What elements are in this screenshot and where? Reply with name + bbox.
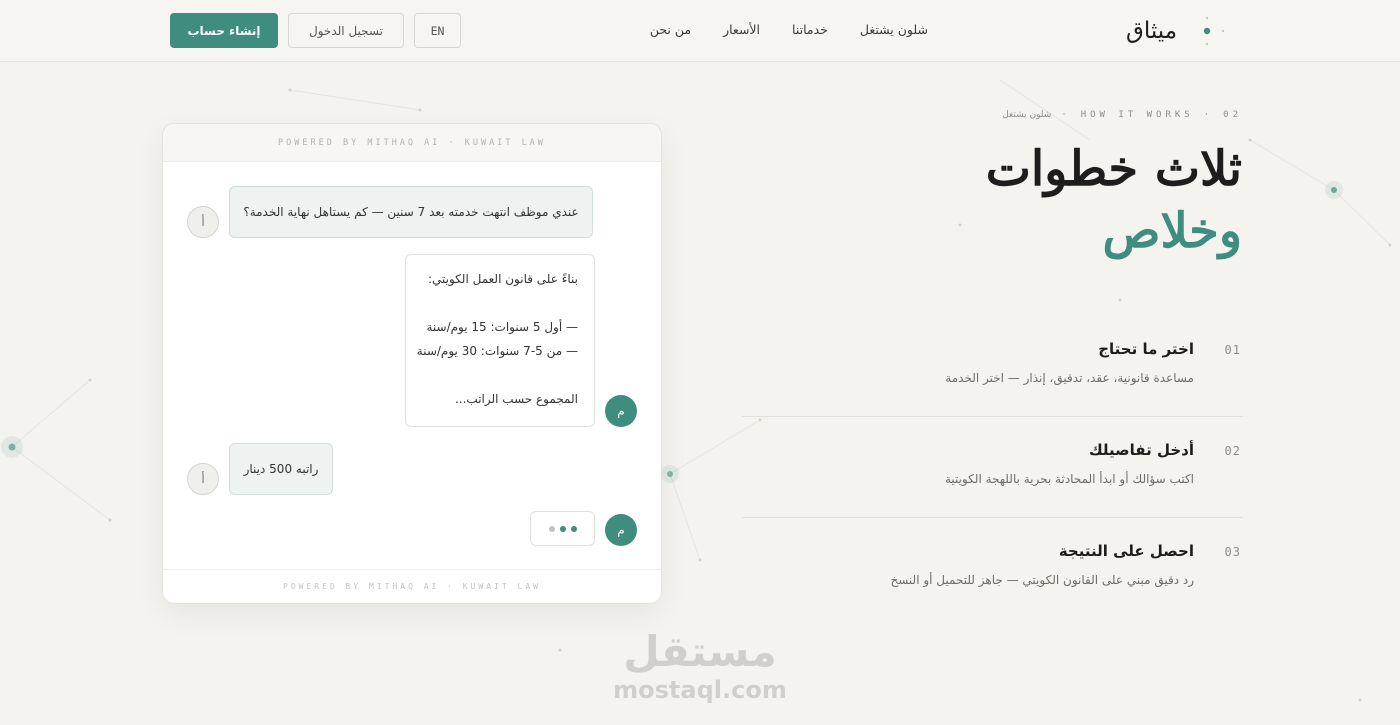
bot-avatar: م (605, 395, 637, 427)
step-item: 03 احصل على النتيجة رد دقيق مبني على الق… (742, 518, 1243, 619)
nav-link-how-it-works[interactable]: شلون يشتغل (860, 22, 928, 37)
language-toggle-button[interactable]: EN (414, 13, 461, 48)
user-avatar: أ (187, 206, 219, 238)
step-description: رد دقيق مبني على القانون الكويتي — جاهز … (890, 573, 1194, 587)
step-description: اكتب سؤالك أو ابدأ المحادثة بحرية باللهج… (944, 472, 1194, 486)
eyebrow-english: HOW IT WORKS (1080, 110, 1194, 120)
signup-button[interactable]: إنشاء حساب (170, 13, 278, 48)
watermark-english: mostaql.com (613, 676, 787, 704)
brand-logo[interactable]: ميثاق (1126, 14, 1225, 48)
nav-link-about[interactable]: من نحن (650, 22, 691, 37)
step-description: مساعدة قانونية، عقد، تدقيق، إنذار — اختر… (945, 371, 1194, 385)
bot-message-line: المجموع حسب الراتب... (454, 392, 578, 406)
steps-list: 01 اختر ما تحتاج مساعدة قانونية، عقد، تد… (742, 316, 1243, 619)
bot-message-line: — من 5-7 سنوات: 30 يوم/سنة (416, 344, 578, 358)
bot-message-bubble: بناءً على قانون العمل الكويتي: — أول 5 س… (405, 254, 595, 427)
user-message-text: عندي موظف انتهت خدمته بعد 7 سنين — كم يس… (243, 205, 579, 219)
typing-dot (548, 525, 555, 532)
bot-message-line (422, 291, 578, 315)
user-message-bubble: عندي موظف انتهت خدمته بعد 7 سنين — كم يس… (229, 186, 593, 238)
section-headline-accent: وخلاص (1102, 203, 1242, 259)
step-title: أدخل تفاصيلك (1088, 441, 1194, 459)
step-title: احصل على النتيجة (1058, 542, 1194, 560)
step-number: 02 (1224, 444, 1241, 458)
bot-message-line (422, 363, 578, 387)
login-button[interactable]: تسجيل الدخول (288, 13, 404, 48)
user-avatar: أ (187, 463, 219, 495)
chat-card-footer: POWERED BY MITHAQ AI · KUWAIT LAW (163, 569, 661, 603)
bot-avatar: م (605, 514, 637, 546)
nav-link-pricing[interactable]: الأسعار (723, 22, 760, 37)
eyebrow-separator: · (1203, 110, 1214, 120)
eyebrow-arabic: شلون يشتغل (1002, 110, 1052, 120)
eyebrow-separator: · (1061, 110, 1071, 120)
typing-dot (570, 525, 577, 532)
user-message-text: راتبه 500 دينار (243, 462, 319, 476)
user-message-bubble: راتبه 500 دينار (229, 443, 333, 495)
brand-name: ميثاق (1126, 18, 1178, 44)
bot-message-line: بناءً على قانون العمل الكويتي: (427, 272, 578, 286)
chat-card-header: POWERED BY MITHAQ AI · KUWAIT LAW (163, 124, 661, 162)
main-nav: شلون يشتغل خدماتنا الأسعار من نحن (650, 22, 928, 37)
bot-message-line: — أول 5 سنوات: 15 يوم/سنة (426, 320, 578, 334)
watermark: مستقل mostaql.com (600, 627, 800, 705)
logo-dots-icon (1203, 16, 1225, 46)
typing-dot (559, 525, 566, 532)
section-eyebrow: 02 · HOW IT WORKS · شلون يشتغل (1002, 110, 1242, 120)
typing-indicator (530, 511, 595, 546)
step-item: 01 اختر ما تحتاج مساعدة قانونية، عقد، تد… (742, 316, 1243, 417)
eyebrow-number: 02 (1223, 110, 1242, 120)
nav-link-services[interactable]: خدماتنا (792, 22, 828, 37)
top-navbar: ميثاق شلون يشتغل خدماتنا الأسعار من نحن … (0, 0, 1400, 62)
step-title: اختر ما تحتاج (1098, 340, 1194, 358)
section-headline: ثلاث خطوات (985, 141, 1242, 197)
step-number: 01 (1224, 343, 1241, 357)
watermark-arabic: مستقل (623, 627, 777, 676)
step-number: 03 (1224, 545, 1241, 559)
chat-demo-card: POWERED BY MITHAQ AI · KUWAIT LAW أ عندي… (162, 123, 662, 604)
step-item: 02 أدخل تفاصيلك اكتب سؤالك أو ابدأ المحا… (742, 417, 1243, 518)
